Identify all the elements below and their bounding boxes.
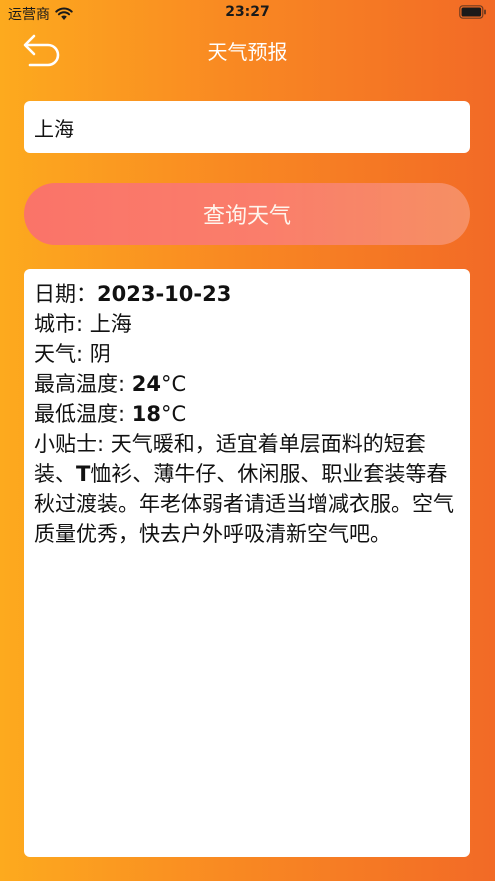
high-temp-value: 24 xyxy=(131,372,161,396)
low-temp-value: 18 xyxy=(131,402,161,426)
high-temp-row: 最高温度: 24°C xyxy=(34,369,460,399)
back-button[interactable] xyxy=(20,30,66,70)
city-input[interactable] xyxy=(24,101,470,153)
high-temp-unit: °C xyxy=(161,372,187,396)
nav-bar: 天气预报 xyxy=(0,26,495,74)
weather-result-panel: 日期：2023-10-23 城市: 上海 天气: 阴 最高温度: 24°C 最低… xyxy=(24,269,470,857)
city-label: 城市: xyxy=(34,312,90,336)
page-title: 天气预报 xyxy=(207,40,288,64)
low-temp-label: 最低温度: xyxy=(34,402,132,426)
date-value: 2023-10-23 xyxy=(97,282,232,306)
query-weather-button[interactable]: 查询天气 xyxy=(24,183,470,245)
weather-label: 天气: xyxy=(34,342,90,366)
back-arrow-icon xyxy=(23,34,60,67)
tips-row: 小贴士: 天气暖和，适宜着单层面料的短套装、T恤衫、薄牛仔、休闲服、职业套装等春… xyxy=(34,429,460,549)
low-temp-row: 最低温度: 18°C xyxy=(34,399,460,429)
date-label: 日期： xyxy=(34,282,97,306)
high-temp-label: 最高温度: xyxy=(34,372,132,396)
city-row: 城市: 上海 xyxy=(34,309,460,339)
tips-label: 小贴士: xyxy=(34,432,111,456)
city-value: 上海 xyxy=(89,312,132,336)
weather-value: 阴 xyxy=(89,342,111,366)
date-row: 日期：2023-10-23 xyxy=(34,279,460,309)
tips-text-part2: 恤衫、薄牛仔、休闲服、职业套装等春秋过渡装。年老体弱者请适当增减衣服。空气质量优… xyxy=(34,462,454,546)
status-bar: 运营商 23:27 xyxy=(0,0,495,26)
status-time: 23:27 xyxy=(225,4,270,20)
weather-row: 天气: 阴 xyxy=(34,339,460,369)
battery-icon xyxy=(459,5,487,19)
low-temp-unit: °C xyxy=(161,402,187,426)
tips-text-bold: T xyxy=(76,462,91,486)
